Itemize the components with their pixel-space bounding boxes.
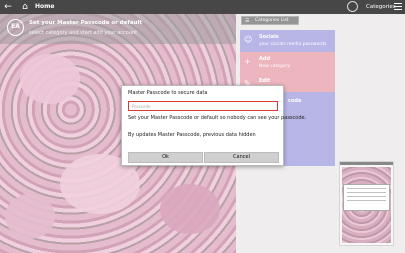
passcode-input[interactable]	[128, 101, 278, 111]
cancel-button[interactable]: Cancel	[204, 152, 279, 163]
page-title: Home	[35, 3, 55, 10]
dialog-message: Set your Master Passcode or default so n…	[128, 115, 307, 121]
hamburger-icon[interactable]	[394, 3, 402, 11]
title-bar: ← ⌂ Home Categories	[0, 0, 405, 14]
home-icon[interactable]: ⌂	[20, 1, 30, 13]
app-window: ← ⌂ Home Categories EA Set your Master P…	[0, 0, 405, 253]
categories-label[interactable]: Categories	[366, 2, 396, 12]
passcode-dialog: Master Passcode to secure data Set your …	[121, 85, 306, 166]
circle-icon[interactable]	[347, 1, 358, 12]
ok-button[interactable]: Ok	[128, 152, 203, 163]
dialog-warning: By updates Master Passcode, previous dat…	[128, 132, 256, 138]
back-arrow-icon[interactable]: ←	[3, 1, 13, 13]
dialog-title: Master Passcode to secure data	[128, 90, 208, 96]
